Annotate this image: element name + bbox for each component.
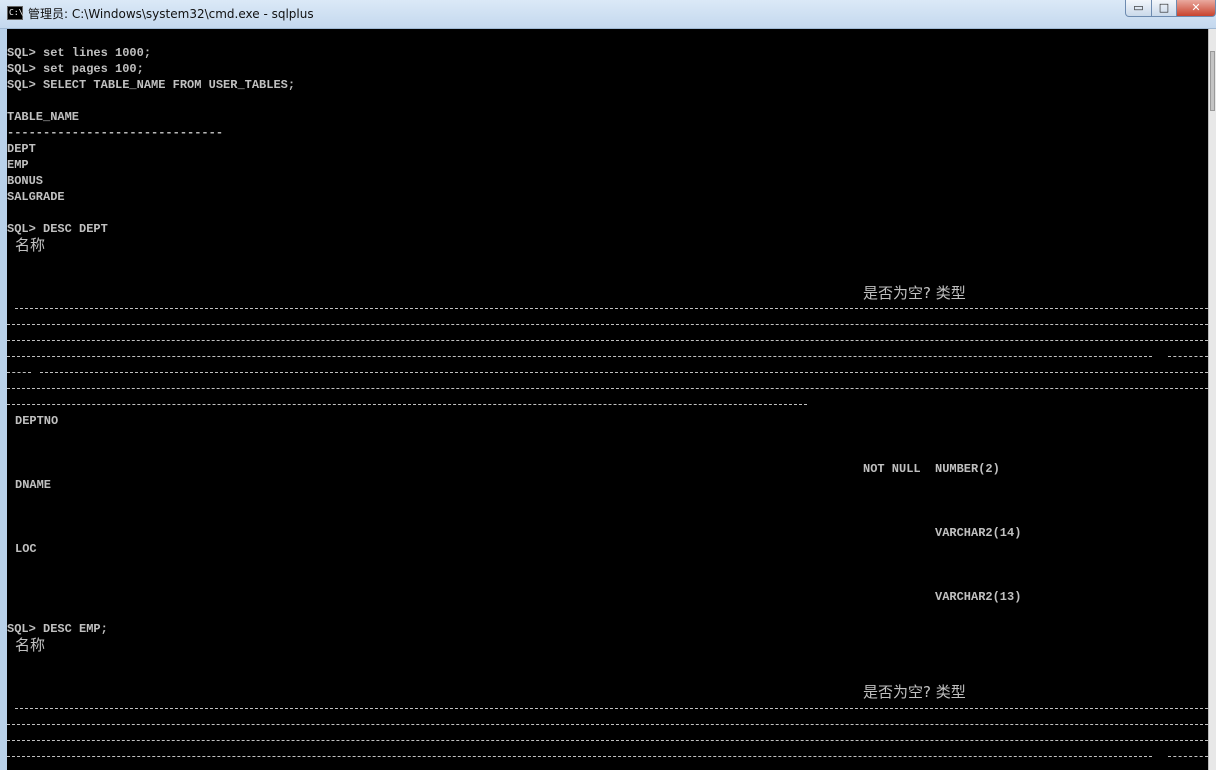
- cmd-window: C:\ 管理员: C:\Windows\system32\cmd.exe - s…: [0, 0, 1216, 770]
- desc-row-name: LOC: [15, 542, 37, 556]
- divider: [7, 340, 1208, 341]
- console-output[interactable]: SQL> set lines 1000; SQL> set pages 100;…: [7, 29, 1208, 770]
- divider: [1168, 356, 1208, 357]
- table-name-row: BONUS: [7, 174, 44, 188]
- desc-row-type: VARCHAR2(13): [935, 590, 1022, 604]
- close-button[interactable]: ✕: [1176, 0, 1216, 17]
- table-name-row: DEPT: [7, 142, 36, 156]
- minimize-button[interactable]: ▭: [1125, 0, 1152, 17]
- window-title: 管理员: C:\Windows\system32\cmd.exe - sqlpl…: [28, 7, 314, 21]
- console-line-select: SQL> SELECT TABLE_NAME FROM USER_TABLES;: [7, 78, 296, 92]
- scrollbar-thumb[interactable]: [1210, 51, 1215, 111]
- divider: [7, 356, 1152, 357]
- divider: [15, 308, 1208, 309]
- maximize-button[interactable]: □: [1151, 0, 1177, 17]
- desc-row-type: NUMBER(2): [935, 462, 1000, 476]
- divider: [7, 372, 31, 373]
- table-name-row: SALGRADE: [7, 190, 65, 204]
- column-header-table-name: TABLE_NAME: [7, 110, 80, 124]
- divider: [1168, 756, 1208, 757]
- divider: [7, 724, 1208, 725]
- desc-row-name: DNAME: [15, 478, 52, 492]
- desc-row-name: DEPTNO: [15, 414, 59, 428]
- console-line-set-lines: SQL> set lines 1000;: [7, 46, 152, 60]
- desc-null-type-header: 是否为空? 类型: [863, 284, 966, 302]
- desc-row-type: VARCHAR2(14): [935, 526, 1022, 540]
- desc-null-type-header: 是否为空? 类型: [863, 683, 966, 701]
- column-underline: ------------------------------: [7, 126, 224, 140]
- divider: [7, 388, 1208, 389]
- desc-row-nullable: NOT NULL: [863, 462, 921, 476]
- table-name-row: EMP: [7, 158, 29, 172]
- desc-name-header: 名称: [15, 236, 46, 254]
- divider: [7, 740, 1208, 741]
- divider: [7, 404, 807, 405]
- vertical-scrollbar[interactable]: [1208, 29, 1216, 770]
- divider: [7, 756, 1152, 757]
- console-line-desc-dept: SQL> DESC DEPT: [7, 222, 108, 236]
- title-bar[interactable]: C:\ 管理员: C:\Windows\system32\cmd.exe - s…: [0, 0, 1216, 29]
- divider: [40, 372, 1208, 373]
- desc-name-header: 名称: [15, 636, 46, 654]
- console-line-set-pages: SQL> set pages 100;: [7, 62, 144, 76]
- divider: [7, 324, 1208, 325]
- divider: [15, 708, 1208, 709]
- cmd-icon: C:\: [7, 6, 23, 20]
- console-line-desc-emp: SQL> DESC EMP;: [7, 622, 108, 636]
